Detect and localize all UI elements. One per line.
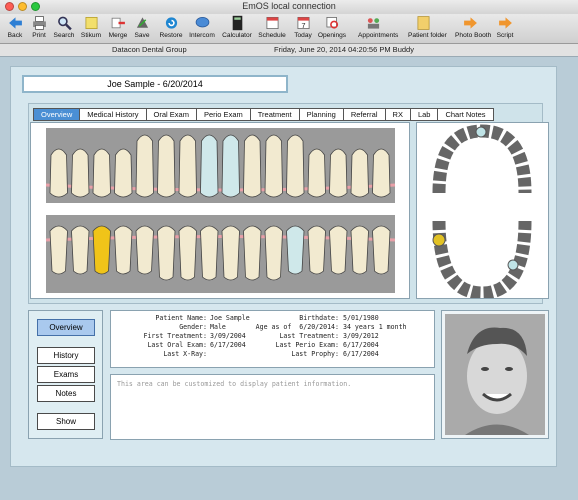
upper-tooth [157, 134, 176, 198]
lower-tooth [307, 225, 326, 275]
appointments-icon [367, 18, 379, 29]
upper-tooth [350, 148, 369, 198]
history-button[interactable]: History [37, 347, 95, 364]
notes-button[interactable]: Notes [37, 385, 95, 402]
upper-tooth [243, 134, 262, 198]
tab-bar: Overview Medical History Oral Exam Perio… [33, 108, 494, 121]
today-button[interactable]: 7 Today [288, 15, 318, 43]
upper-tooth [49, 148, 68, 198]
exams-button[interactable]: Exams [37, 366, 95, 383]
folder-icon [417, 16, 429, 30]
appointments-button[interactable]: Appointments [358, 15, 398, 43]
openings-icon [326, 17, 338, 29]
printer-icon [32, 16, 46, 30]
tab-planning[interactable]: Planning [298, 108, 343, 121]
dental-arch-diagram[interactable] [416, 122, 549, 300]
schedule-button[interactable]: Schedule [257, 15, 287, 43]
speech-bubble-icon [195, 17, 209, 28]
save-icon [136, 17, 148, 28]
lower-tooth [264, 225, 283, 281]
info-right-labels: Birthdate: Age as of 6/20/2014: Last Treat… [255, 314, 339, 358]
calendar-icon: 7 [297, 17, 309, 30]
upper-tooth [221, 134, 240, 198]
calculator-icon [232, 15, 242, 31]
tab-rx[interactable]: RX [384, 108, 410, 121]
upper-tooth [71, 148, 90, 198]
lower-tooth [372, 225, 391, 275]
patient-info-box: Patient Name: Gender: First Treatment: Last… [110, 310, 435, 368]
restore-icon [165, 17, 177, 29]
lower-tooth [114, 225, 133, 275]
patient-photo-frame [441, 310, 549, 439]
magnifier-icon [57, 16, 72, 31]
script-button[interactable]: Script [490, 15, 520, 43]
lower-tooth [157, 225, 176, 281]
tab-oral-exam[interactable]: Oral Exam [145, 108, 196, 121]
upper-tooth [114, 148, 133, 198]
tab-overview[interactable]: Overview [33, 108, 80, 121]
patient-photo [445, 314, 545, 435]
upper-tooth [264, 134, 283, 198]
calculator-button[interactable]: Calculator [222, 15, 252, 43]
svg-text:7: 7 [301, 21, 305, 30]
patient-folder-button[interactable]: Patient folder [408, 15, 447, 43]
upper-tooth [329, 148, 348, 198]
save-button[interactable]: Save [127, 15, 157, 43]
tab-perio-exam[interactable]: Perio Exam [195, 108, 250, 121]
back-arrow-icon [8, 17, 22, 29]
sticky-note-icon [85, 17, 97, 29]
arch-icon [432, 124, 532, 300]
lower-tooth [350, 225, 369, 275]
show-button[interactable]: Show [37, 413, 95, 430]
schedule-icon [266, 17, 278, 29]
tab-referral[interactable]: Referral [342, 108, 385, 121]
lower-tooth [135, 225, 154, 275]
lower-tooth [71, 225, 90, 275]
forward-arrow-icon [463, 17, 477, 29]
dental-chart[interactable] [30, 122, 410, 299]
restore-button[interactable]: Restore [156, 15, 186, 43]
upper-tooth [200, 134, 219, 198]
app-window: EmOS local connection Back Print Search … [0, 0, 578, 500]
window-title: EmOS local connection [242, 1, 336, 11]
practice-name: Datacon Dental Group [112, 45, 187, 54]
lower-tooth [329, 225, 348, 275]
upper-tooth [286, 134, 305, 198]
search-button[interactable]: Search [49, 15, 79, 43]
tab-medical-history[interactable]: Medical History [79, 108, 146, 121]
lower-tooth [243, 225, 262, 281]
title-bar: EmOS local connection [0, 0, 578, 15]
toolbar: Back Print Search Stikum Merge Save Rest… [0, 14, 578, 44]
date-time-user: Friday, June 20, 2014 04:20:56 PM Buddy [274, 45, 414, 54]
lower-tooth [92, 225, 111, 275]
stikum-button[interactable]: Stikum [76, 15, 106, 43]
lower-tooth [178, 225, 197, 281]
forward-arrow-icon [498, 17, 512, 29]
tab-chart-notes[interactable]: Chart Notes [437, 108, 494, 121]
info-left-labels: Patient Name: Gender: First Treatment: Last… [143, 314, 207, 358]
tab-lab[interactable]: Lab [409, 108, 438, 121]
photo-booth-button[interactable]: Photo Booth [455, 15, 491, 43]
info-right-values: 5/01/1980 34 years 1 month 3/09/2012 6/17/2… [343, 314, 407, 358]
overview-button[interactable]: Overview [37, 319, 95, 336]
lower-tooth [49, 225, 68, 275]
intercom-button[interactable]: Intercom [187, 15, 217, 43]
info-bar: Datacon Dental Group Friday, June 20, 20… [0, 44, 578, 57]
lower-tooth [200, 225, 219, 281]
lower-tooth [221, 225, 240, 281]
custom-info-placeholder: This area can be customized to display p… [117, 380, 352, 388]
openings-button[interactable]: Openings [317, 15, 347, 43]
upper-tooth [178, 134, 197, 198]
upper-tooth [372, 148, 391, 198]
upper-tooth [135, 134, 154, 198]
lower-tooth [286, 225, 305, 275]
upper-tooth [307, 148, 326, 198]
teeth-diagram [45, 128, 396, 293]
upper-tooth [92, 148, 111, 198]
merge-icon [111, 17, 125, 29]
tab-treatment[interactable]: Treatment [249, 108, 299, 121]
patient-name-header: Joe Sample - 6/20/2014 [22, 75, 288, 93]
